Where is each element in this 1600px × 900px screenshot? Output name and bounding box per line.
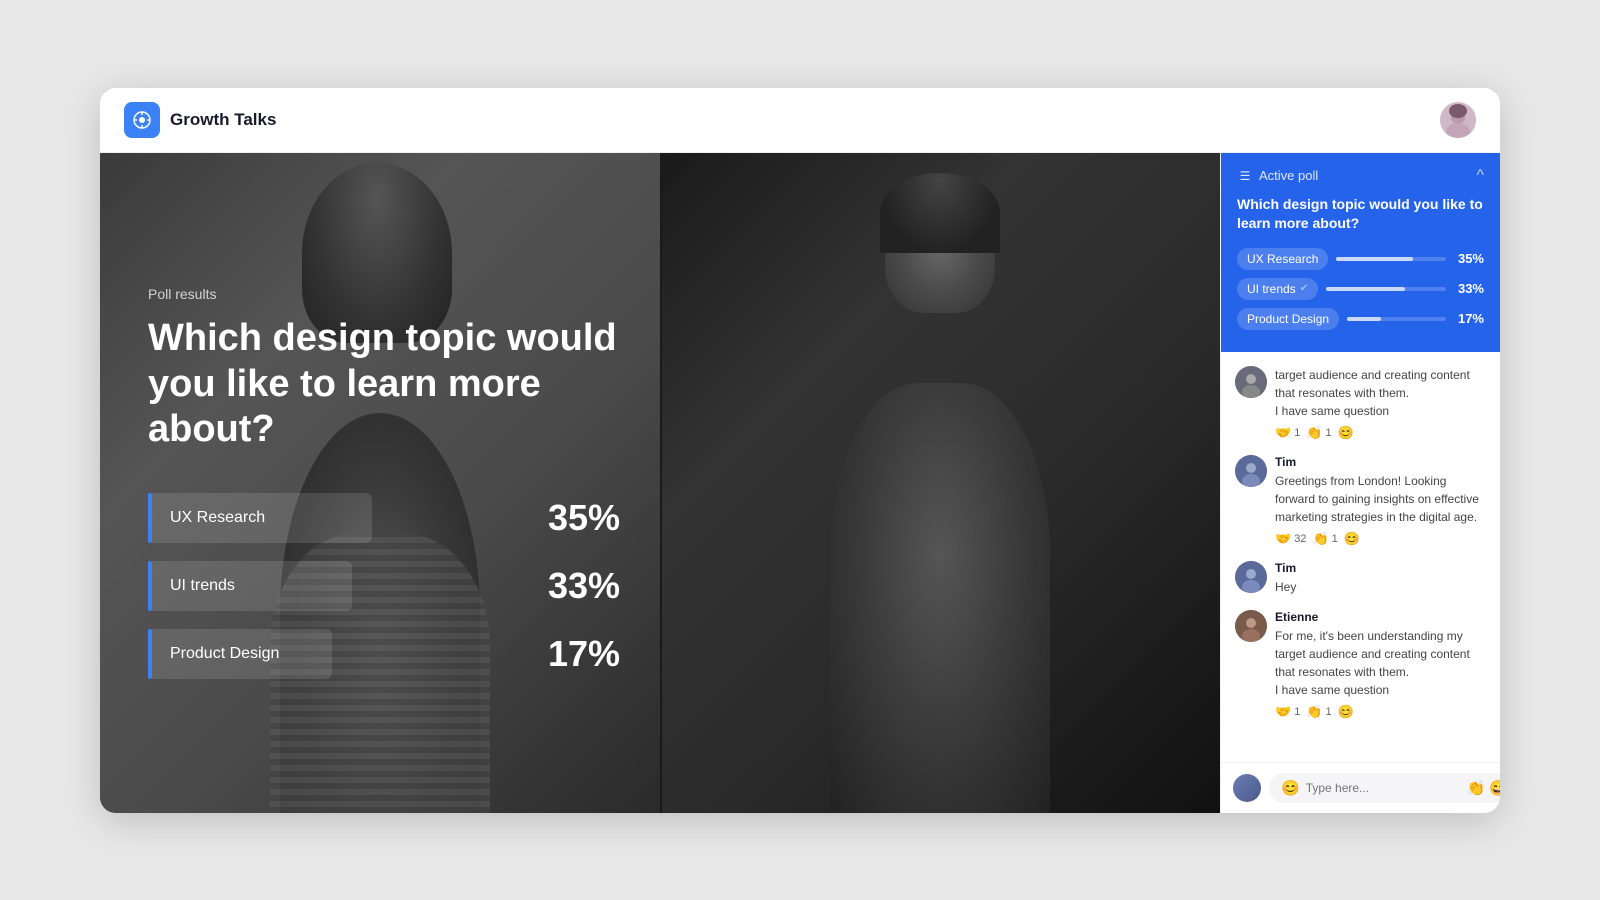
chat-message-3: Tim Hey [1235,561,1486,596]
poll-result-row-3: Product Design 17% [1237,308,1484,330]
chat-message-1: target audience and creating content tha… [1235,366,1486,441]
reaction-btn-2c[interactable]: 😊 [1344,531,1360,547]
chat-highlight-4: I have same question [1275,681,1486,699]
chat-body-4: Etienne For me, it's been understanding … [1275,610,1486,720]
poll-options: UX Research 35% UI trends 33 [148,493,628,679]
poll-option-ux-research: UX Research 35% [148,493,628,543]
input-user-avatar [1233,774,1261,802]
chat-body-1: target audience and creating content tha… [1275,366,1486,441]
collapse-button[interactable]: ^ [1476,167,1484,185]
video-area: Poll results Which design topic would yo… [100,153,1220,813]
poll-bar-ui: UI trends [148,561,512,611]
poll-bar-ux: UX Research [148,493,512,543]
poll-result-row-2: UI trends ✔ 33% [1237,278,1484,300]
reaction-btn-2b[interactable]: 👏1 [1312,531,1337,547]
chat-name-4: Etienne [1275,610,1486,624]
reaction-btn-4b[interactable]: 👏1 [1306,704,1331,720]
reaction-btn-4c[interactable]: 😊 [1338,704,1354,720]
poll-result-label-3: Product Design [1237,308,1339,330]
poll-percentage-1: 35% [548,497,628,539]
poll-result-bar-track-3 [1347,317,1446,321]
app-title: Growth Talks [170,110,276,130]
chat-avatar-tim-1 [1235,455,1267,487]
poll-option-label-3: Product Design [170,645,279,663]
app-logo [124,102,160,138]
poll-label: Poll results [148,286,1172,302]
emoji-picker-button[interactable]: 😊 [1281,779,1300,797]
chat-avatar-etienne [1235,610,1267,642]
main-content: Poll results Which design topic would yo… [100,153,1500,813]
active-poll-badge-label: Active poll [1259,168,1318,183]
chat-text-1: target audience and creating content tha… [1275,366,1486,402]
app-window: Growth Talks [100,88,1500,813]
right-panel: ☰ Active poll ^ Which design topic would… [1220,153,1500,813]
poll-result-bar-fill-1 [1336,257,1413,261]
poll-result-label-2: UI trends ✔ [1237,278,1318,300]
poll-bar-bg-3: Product Design [152,629,332,679]
reaction-btn-1a[interactable]: 🤝1 [1275,425,1300,441]
header-left: Growth Talks [124,102,276,138]
poll-result-bar-track-2 [1326,287,1446,291]
header: Growth Talks [100,88,1500,153]
poll-bar-bg-2: UI trends [152,561,352,611]
reaction-btn-1c[interactable]: 😊 [1338,425,1354,441]
chat-body-3: Tim Hey [1275,561,1486,596]
poll-result-pct-3: 17% [1454,311,1484,326]
chat-avatar-unknown [1235,366,1267,398]
poll-result-pct-2: 33% [1454,281,1484,296]
user-avatar[interactable] [1440,102,1476,138]
active-poll-section: ☰ Active poll ^ Which design topic would… [1221,153,1500,352]
poll-result-bar-track-1 [1336,257,1446,261]
chat-highlight-1: I have same question [1275,402,1486,420]
laugh-emoji-button[interactable]: 😄 [1489,779,1500,797]
poll-bar-pd: Product Design [148,629,512,679]
chat-message-4: Etienne For me, it's been understanding … [1235,610,1486,720]
reaction-btn-4a[interactable]: 🤝1 [1275,704,1300,720]
poll-percentage-3: 17% [548,633,628,675]
chat-reactions-2: 🤝32 👏1 😊 [1275,531,1486,547]
chat-text-4: For me, it's been understanding my targe… [1275,627,1486,681]
chat-name-2: Tim [1275,455,1486,469]
reaction-btn-2a[interactable]: 🤝32 [1275,531,1306,547]
poll-bar-bg-1: UX Research [152,493,372,543]
poll-result-label-1: UX Research [1237,248,1328,270]
reaction-btn-1b[interactable]: 👏1 [1306,425,1331,441]
poll-option-ui-trends: UI trends 33% [148,561,628,611]
active-poll-header: ☰ Active poll ^ [1237,167,1484,185]
chat-text-3: Hey [1275,578,1486,596]
active-poll-question: Which design topic would you like to lea… [1237,195,1484,234]
poll-icon: ☰ [1237,168,1253,184]
chat-text-2: Greetings from London! Looking forward t… [1275,472,1486,526]
chat-body-2: Tim Greetings from London! Looking forwa… [1275,455,1486,547]
poll-option-label-2: UI trends [170,577,235,595]
poll-result-bar-fill-2 [1326,287,1405,291]
chat-section: target audience and creating content tha… [1221,352,1500,762]
poll-result-pct-1: 35% [1454,251,1484,266]
poll-question: Which design topic would you like to lea… [148,316,668,453]
active-poll-badge: ☰ Active poll [1237,168,1318,184]
message-input-area: 😊 👏 😄 🔥 [1221,762,1500,813]
clap-emoji-button[interactable]: 👏 [1467,779,1486,797]
poll-result-bar-fill-3 [1347,317,1381,321]
chat-reactions-1: 🤝1 👏1 😊 [1275,425,1486,441]
selected-check-icon: ✔ [1300,283,1308,294]
message-input[interactable] [1306,781,1461,795]
poll-result-row-1: UX Research 35% [1237,248,1484,270]
poll-percentage-2: 33% [548,565,628,607]
chat-message-2: Tim Greetings from London! Looking forwa… [1235,455,1486,547]
input-actions: 👏 😄 🔥 [1467,779,1500,797]
message-input-wrapper: 😊 👏 😄 🔥 [1269,773,1500,803]
poll-option-label-1: UX Research [170,509,265,527]
chat-avatar-tim-2 [1235,561,1267,593]
chat-name-3: Tim [1275,561,1486,575]
poll-overlay: Poll results Which design topic would yo… [100,153,1220,813]
poll-option-product-design: Product Design 17% [148,629,628,679]
chat-reactions-4: 🤝1 👏1 😊 [1275,704,1486,720]
